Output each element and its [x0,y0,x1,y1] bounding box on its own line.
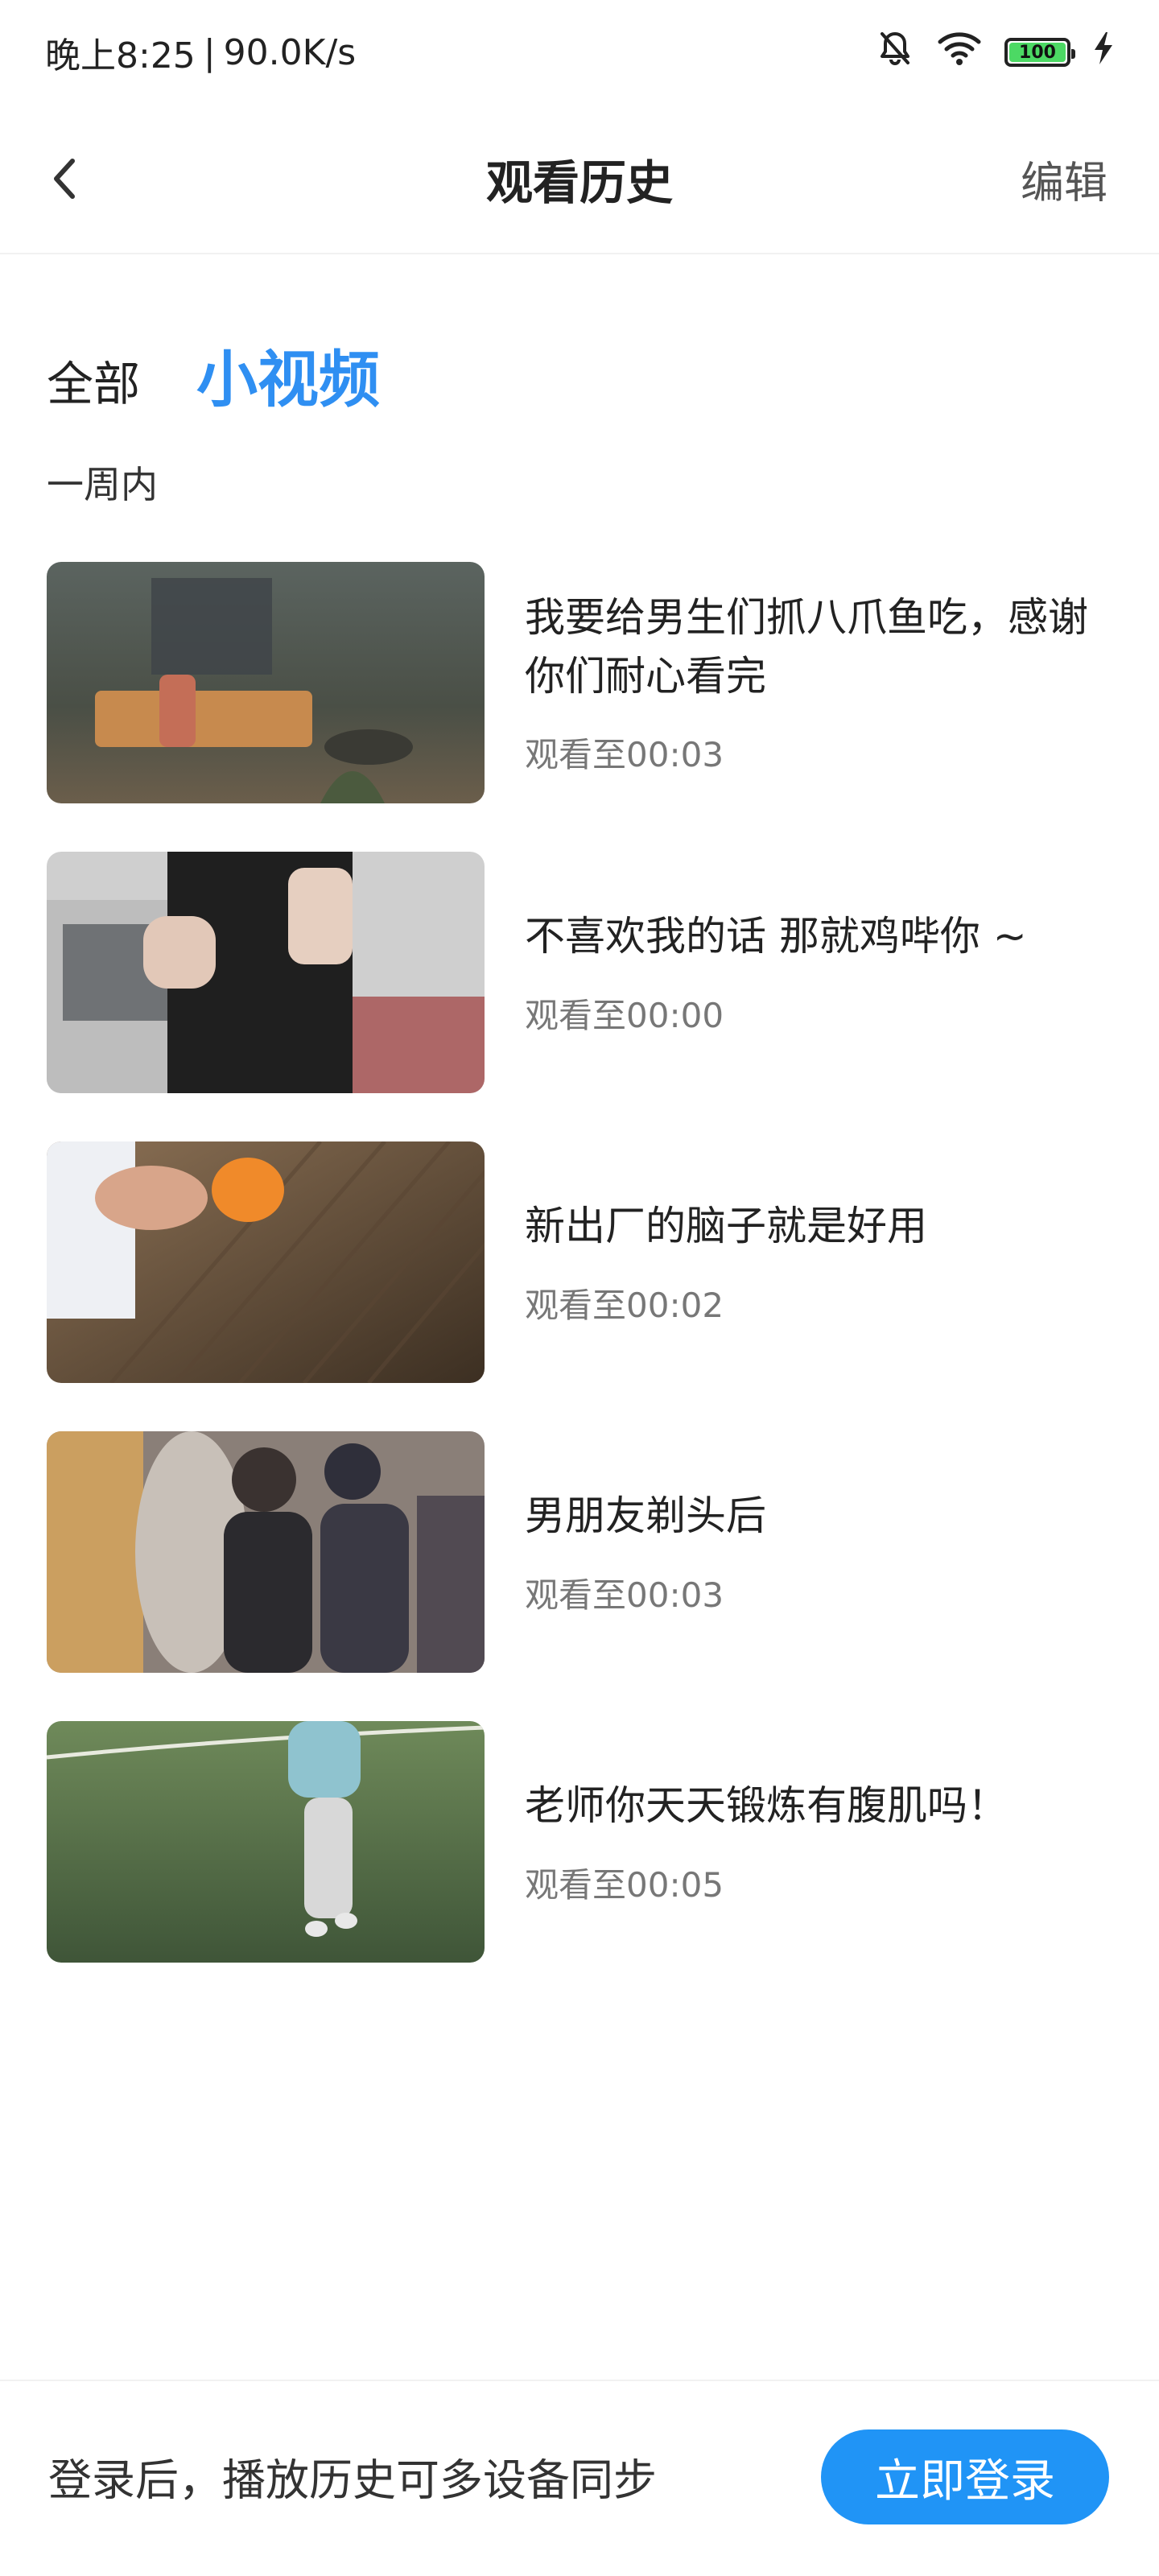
video-thumbnail[interactable] [47,852,485,1093]
list-item[interactable]: 不喜欢我的话 那就鸡哔你 ~ 观看至00:00 [47,852,1117,1093]
status-bar: 晚上8:25 | 90.0K/s 100 [0,0,1159,105]
status-left: 晚上8:25 | 90.0K/s [45,27,356,78]
status-network-speed: 90.0K/s [223,31,357,73]
item-title[interactable]: 我要给男生们抓八爪鱼吃，感谢你们耐心看完 [525,588,1117,705]
item-title[interactable]: 不喜欢我的话 那就鸡哔你 ~ [525,907,1117,966]
login-button[interactable]: 立即登录 [821,2429,1109,2524]
item-title[interactable]: 老师你天天锻炼有腹肌吗！ [525,1777,1117,1835]
item-title[interactable]: 男朋友剃头后 [525,1487,1117,1546]
list-item[interactable]: 新出厂的脑子就是好用 观看至00:02 [47,1141,1117,1383]
charging-icon [1093,31,1114,73]
wifi-icon [937,31,982,75]
bell-off-icon [876,29,914,76]
item-progress: 观看至00:03 [525,735,724,774]
back-button[interactable] [35,150,93,208]
item-progress: 观看至00:05 [525,1864,724,1905]
section-label: 一周内 [47,463,158,506]
item-text: 新出厂的脑子就是好用 观看至00:02 [525,1141,1117,1383]
item-text: 不喜欢我的话 那就鸡哔你 ~ 观看至00:00 [525,852,1117,1093]
video-thumbnail[interactable] [47,1721,485,1963]
item-progress: 观看至00:03 [525,1575,724,1615]
item-progress: 观看至00:02 [525,1285,724,1325]
list-item[interactable]: 老师你天天锻炼有腹肌吗！ 观看至00:05 [47,1721,1117,1963]
item-progress: 观看至00:00 [525,995,724,1035]
item-title[interactable]: 新出厂的脑子就是好用 [525,1197,1117,1256]
header: 观看历史 编辑 [0,105,1159,254]
video-thumbnail[interactable] [47,1141,485,1383]
status-right: 100 [876,29,1114,76]
list-item[interactable]: 我要给男生们抓八爪鱼吃，感谢你们耐心看完 观看至00:03 [47,562,1117,803]
edit-button[interactable]: 编辑 [1021,147,1107,211]
tab-bar: 全部 小视频 [47,314,380,411]
login-bar: 登录后，播放历史可多设备同步 立即登录 [0,2380,1159,2576]
tab-short-video[interactable]: 小视频 [196,349,380,411]
status-separator: | [203,31,216,73]
battery-icon: 100 [1004,38,1075,67]
item-text: 我要给男生们抓八爪鱼吃，感谢你们耐心看完 观看至00:03 [525,562,1117,803]
video-thumbnail[interactable] [47,562,485,803]
battery-level: 100 [1019,42,1056,63]
video-thumbnail[interactable] [47,1431,485,1673]
chevron-left-icon [54,159,75,199]
item-text: 男朋友剃头后 观看至00:03 [525,1431,1117,1673]
status-time: 晚上8:25 [45,35,196,76]
login-prompt: 登录后，播放历史可多设备同步 [48,2454,657,2506]
list-item[interactable]: 男朋友剃头后 观看至00:03 [47,1431,1117,1673]
page-title: 观看历史 [485,155,673,210]
tab-all[interactable]: 全部 [47,361,140,411]
item-text: 老师你天天锻炼有腹肌吗！ 观看至00:05 [525,1721,1117,1963]
